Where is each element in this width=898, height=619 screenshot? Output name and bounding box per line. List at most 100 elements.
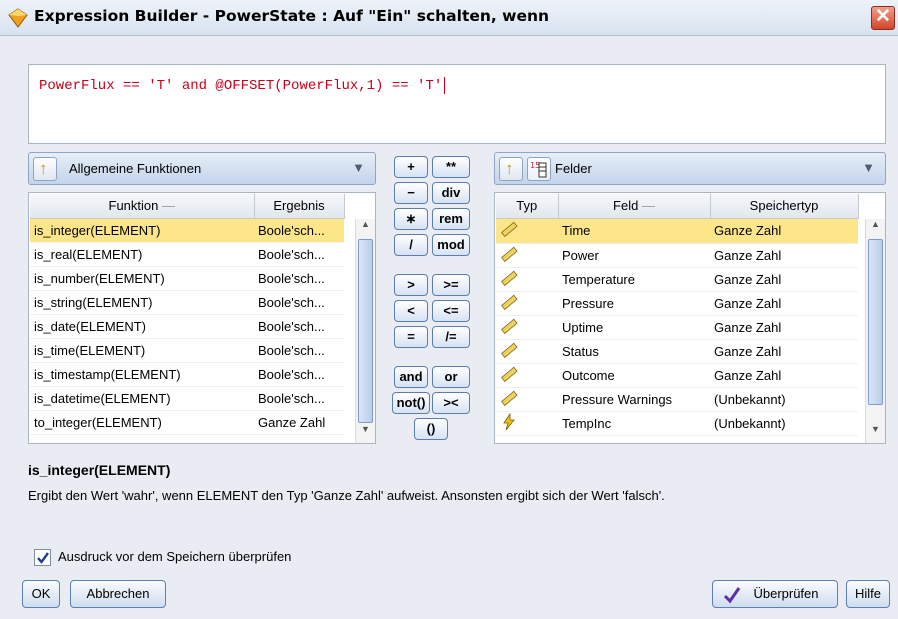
scroll-up-icon[interactable]: ▲ — [356, 219, 375, 237]
operator-divide-button[interactable]: / — [394, 234, 428, 256]
function-name: is_real(ELEMENT) — [30, 242, 254, 267]
field-row[interactable]: Power Ganze Zahl — [496, 243, 858, 268]
field-type-cell — [496, 411, 558, 436]
function-category-dropdown[interactable]: ↑ Allgemeine Funktionen ▼ — [28, 152, 376, 185]
function-name: is_date(ELEMENT) — [30, 314, 254, 339]
operator-times-button[interactable]: ∗ — [394, 208, 428, 230]
function-row[interactable]: is_integer(ELEMENT) Boole'sch... — [30, 218, 344, 243]
column-header-ergebnis[interactable]: Ergebnis — [254, 194, 345, 219]
check-before-save-label: Ausdruck vor dem Speichern überprüfen — [58, 549, 292, 564]
ok-button[interactable]: OK — [22, 580, 60, 608]
field-name: Power — [558, 243, 710, 268]
operator-and-button[interactable]: and — [394, 366, 428, 388]
checkmark-icon — [37, 552, 49, 564]
function-category-label: Allgemeine Funktionen — [69, 161, 202, 176]
ruler-icon — [501, 342, 518, 358]
operator-or-button[interactable]: or — [432, 366, 470, 388]
field-storage: Ganze Zahl — [710, 363, 858, 388]
operator-eq-button[interactable]: = — [394, 326, 428, 348]
operator-mod-button[interactable]: mod — [432, 234, 470, 256]
function-result: Boole'sch... — [254, 266, 344, 291]
function-name: is_string(ELEMENT) — [30, 290, 254, 315]
column-header-speichertyp[interactable]: Speichertyp — [710, 194, 859, 219]
operator-le-button[interactable]: <= — [432, 300, 470, 322]
chevron-down-icon: ▼ — [862, 160, 875, 175]
scrollbar-thumb[interactable] — [868, 239, 883, 405]
field-storage: Ganze Zahl — [710, 267, 858, 292]
window-title: Expression Builder - PowerState : Auf "E… — [34, 7, 550, 25]
field-row[interactable]: Time Ganze Zahl — [496, 219, 858, 244]
operator-ge-button[interactable]: >= — [432, 274, 470, 296]
chevron-down-icon: ▼ — [352, 160, 365, 175]
field-type-cell — [496, 339, 558, 364]
field-storage: Ganze Zahl — [710, 315, 858, 340]
function-row[interactable]: is_datetime(ELEMENT) Boole'sch... — [30, 386, 344, 411]
field-type-cell — [496, 243, 558, 268]
function-name: is_time(ELEMENT) — [30, 338, 254, 363]
operator-parens-button[interactable]: () — [414, 418, 448, 440]
operator-gt-button[interactable]: > — [394, 274, 428, 296]
field-row[interactable]: TempInc (Unbekannt) — [496, 411, 858, 436]
check-expression-button[interactable]: Überprüfen — [712, 580, 838, 608]
insert-function-button[interactable]: ↑ — [33, 157, 57, 181]
up-arrow-icon: ↑ — [505, 159, 514, 178]
ruler-icon — [501, 222, 518, 238]
field-type-cell — [496, 291, 558, 316]
field-name: Pressure — [558, 291, 710, 316]
field-storage: Ganze Zahl — [710, 291, 858, 316]
diamond-app-icon — [8, 8, 28, 28]
scroll-down-icon[interactable]: ▼ — [356, 424, 375, 442]
insert-field-button[interactable]: ↑ — [499, 157, 523, 181]
field-row[interactable]: Pressure Warnings (Unbekannt) — [496, 387, 858, 412]
function-list-scrollbar[interactable]: ▲ ▼ — [355, 219, 375, 443]
operator-div-button[interactable]: div — [432, 182, 470, 204]
help-button[interactable]: Hilfe — [846, 580, 890, 608]
ruler-icon — [501, 318, 518, 334]
function-result: Boole'sch... — [254, 218, 344, 243]
scroll-down-icon[interactable]: ▼ — [866, 424, 885, 442]
sort-indicator-icon: — — [641, 198, 655, 214]
text-caret — [444, 77, 446, 94]
field-table-header: Typ Feld — Speichertyp — [496, 194, 859, 219]
function-name: to_integer(ELEMENT) — [30, 410, 254, 435]
field-row[interactable]: Pressure Ganze Zahl — [496, 291, 858, 316]
expression-editor[interactable]: PowerFlux == 'T' and @OFFSET(PowerFlux,1… — [28, 64, 886, 144]
field-source-label: Felder — [555, 161, 592, 176]
field-list-scrollbar[interactable]: ▲ ▼ — [865, 219, 885, 443]
check-before-save-checkbox[interactable] — [34, 549, 51, 566]
operator-power-button[interactable]: ** — [432, 156, 470, 178]
column-header-typ[interactable]: Typ — [496, 194, 559, 219]
column-header-feld[interactable]: Feld — — [558, 194, 711, 219]
field-storage: Ganze Zahl — [710, 243, 858, 268]
field-values-button[interactable]: 15 — [527, 157, 551, 181]
function-table: Funktion — Ergebnis is_integer(ELEMENT) B… — [30, 194, 345, 435]
scrollbar-thumb[interactable] — [358, 239, 373, 423]
function-row[interactable]: is_real(ELEMENT) Boole'sch... — [30, 242, 344, 267]
field-row[interactable]: Uptime Ganze Zahl — [496, 315, 858, 340]
operator-minus-button[interactable]: − — [394, 182, 428, 204]
function-result: Boole'sch... — [254, 290, 344, 315]
field-name: Time — [558, 219, 710, 244]
field-source-dropdown[interactable]: ↑ 15 Felder ▼ — [494, 152, 886, 185]
operator-concat-button[interactable]: >< — [432, 392, 470, 414]
scroll-up-icon[interactable]: ▲ — [866, 219, 885, 237]
function-row[interactable]: is_timestamp(ELEMENT) Boole'sch... — [30, 362, 344, 387]
close-button[interactable]: ✕ — [871, 6, 895, 30]
operator-ne-button[interactable]: /= — [432, 326, 470, 348]
function-row[interactable]: is_date(ELEMENT) Boole'sch... — [30, 314, 344, 339]
field-row[interactable]: Temperature Ganze Zahl — [496, 267, 858, 292]
function-list[interactable]: Funktion — Ergebnis is_integer(ELEMENT) B… — [28, 192, 376, 444]
function-row[interactable]: is_time(ELEMENT) Boole'sch... — [30, 338, 344, 363]
operator-not-button[interactable]: not() — [392, 392, 430, 414]
cancel-button[interactable]: Abbrechen — [70, 580, 166, 608]
field-row[interactable]: Status Ganze Zahl — [496, 339, 858, 364]
function-row[interactable]: is_string(ELEMENT) Boole'sch... — [30, 290, 344, 315]
function-row[interactable]: to_integer(ELEMENT) Ganze Zahl — [30, 410, 344, 435]
operator-plus-button[interactable]: + — [394, 156, 428, 178]
field-list[interactable]: Typ Feld — Speichertyp Time Ganze Zahl Pow… — [494, 192, 886, 444]
column-header-funktion[interactable]: Funktion — — [30, 194, 255, 219]
operator-rem-button[interactable]: rem — [432, 208, 470, 230]
field-row[interactable]: Outcome Ganze Zahl — [496, 363, 858, 388]
function-row[interactable]: is_number(ELEMENT) Boole'sch... — [30, 266, 344, 291]
operator-lt-button[interactable]: < — [394, 300, 428, 322]
